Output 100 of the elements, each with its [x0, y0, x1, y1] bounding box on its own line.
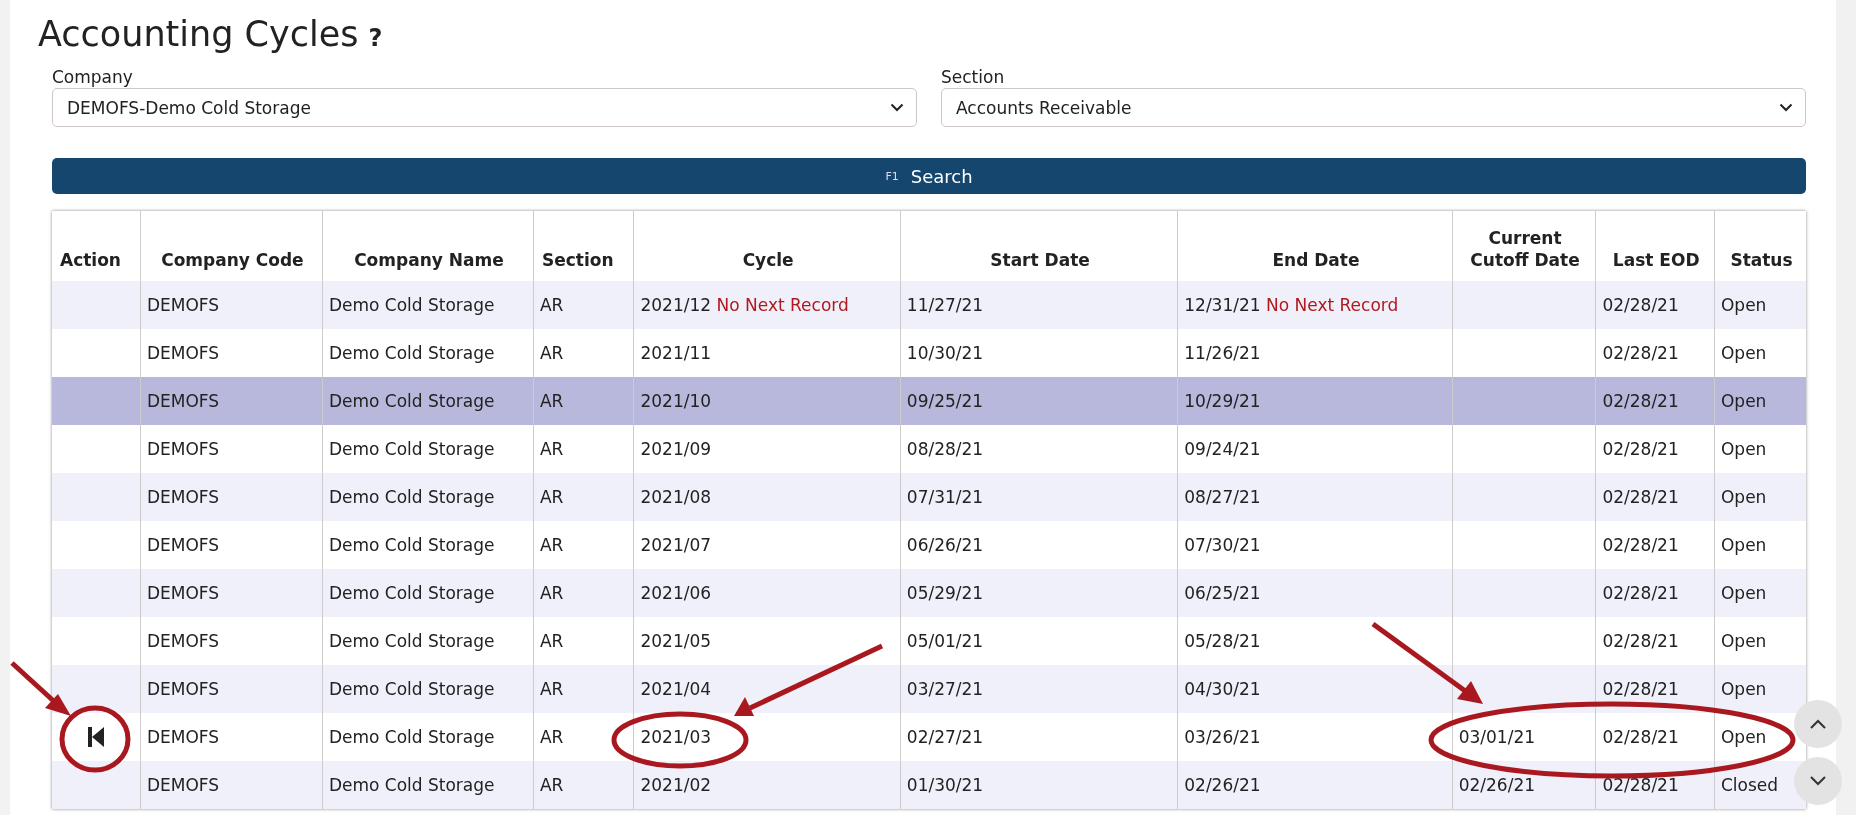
table-cell: 02/26/21	[1177, 761, 1453, 809]
table-row[interactable]: DEMOFS Demo Cold Storage AR 2021/09 08/28/21 09/24/21 02/28/21 Open	[52, 425, 1806, 473]
table-cell: DEMOFS	[140, 665, 323, 713]
table-cell: DEMOFS	[140, 617, 323, 665]
table-cell: 2021/05	[633, 617, 901, 665]
table-cell: 04/30/21	[1177, 665, 1453, 713]
table-cell: AR	[533, 665, 634, 713]
table-cell: 02/28/21	[1595, 521, 1715, 569]
table-cell: AR	[533, 281, 634, 329]
table-cell: DEMOFS	[140, 329, 323, 377]
chevron-down-icon	[1779, 103, 1793, 112]
page-title: Accounting Cycles	[38, 14, 359, 54]
table-cell: 07/30/21	[1177, 521, 1453, 569]
table-cell: 08/27/21	[1177, 473, 1453, 521]
table-cell: 2021/02	[633, 761, 901, 809]
table-cell: DEMOFS	[140, 761, 323, 809]
table-cell: 06/26/21	[900, 521, 1178, 569]
table-row[interactable]: DEMOFS Demo Cold Storage AR 2021/06 05/29/21 06/25/21 02/28/21 Open	[52, 569, 1806, 617]
table-cell: 06/25/21	[1177, 569, 1453, 617]
table-cell: AR	[533, 713, 634, 761]
table-row[interactable]: DEMOFS Demo Cold Storage AR 2021/08 07/31/21 08/27/21 02/28/21 Open	[52, 473, 1806, 521]
table-cell: 2021/07	[633, 521, 901, 569]
search-button[interactable]: F1 Search	[52, 158, 1806, 194]
table-cell: DEMOFS	[140, 521, 323, 569]
table-row[interactable]: DEMOFS Demo Cold Storage AR 2021/07 06/26/21 07/30/21 02/28/21 Open	[52, 521, 1806, 569]
table-row[interactable]: DEMOFS Demo Cold Storage AR 2021/03 02/27/21 03/26/21 03/01/21 02/28/21 Open	[52, 713, 1806, 761]
table-cell: 07/31/21	[900, 473, 1178, 521]
table-cell: Demo Cold Storage	[322, 569, 534, 617]
table-row[interactable]: DEMOFS Demo Cold Storage AR 2021/11 10/30/21 11/26/21 02/28/21 Open	[52, 329, 1806, 377]
table-cell: AR	[533, 377, 634, 425]
table-cell: 2021/09	[633, 425, 901, 473]
table-cell: 01/30/21	[900, 761, 1178, 809]
table-cell: Demo Cold Storage	[322, 617, 534, 665]
table-cell: DEMOFS	[140, 569, 323, 617]
cell-value: 2021/12	[640, 295, 712, 315]
table-cell: Demo Cold Storage	[322, 377, 534, 425]
table-cell: AR	[533, 425, 634, 473]
table-cell: 10/29/21	[1177, 377, 1453, 425]
table-cell: 2021/10	[633, 377, 901, 425]
table-cell: Demo Cold Storage	[322, 473, 534, 521]
table-cell: 02/28/21	[1595, 473, 1715, 521]
table-cell: Demo Cold Storage	[322, 425, 534, 473]
chevron-down-icon	[1808, 775, 1828, 787]
table-cell: DEMOFS	[140, 425, 323, 473]
table-cell: Open	[1714, 377, 1806, 425]
shortcut-hint: F1	[885, 169, 899, 183]
table-row[interactable]: DEMOFS Demo Cold Storage AR 2021/12 No Next Record 11/27/21 12/31/21 No Next Record 02/28/21 Open	[52, 281, 1806, 329]
table-cell: Demo Cold Storage	[322, 281, 534, 329]
table-cell: 11/26/21	[1177, 329, 1453, 377]
table-cell: 02/28/21	[1595, 713, 1715, 761]
column-header: Action	[52, 211, 141, 281]
table-cell: 02/28/21	[1595, 617, 1715, 665]
annotation-ellipse	[59, 705, 131, 773]
table-row[interactable]: DEMOFS Demo Cold Storage AR 2021/10 09/25/21 10/29/21 02/28/21 Open	[52, 377, 1806, 425]
table-cell: AR	[533, 473, 634, 521]
table-cell: Open	[1714, 665, 1806, 713]
table-cell: 02/27/21	[900, 713, 1178, 761]
table-cell: 02/28/21	[1595, 377, 1715, 425]
table-cell: Open	[1714, 473, 1806, 521]
table-cell: 05/29/21	[900, 569, 1178, 617]
table-row[interactable]: DEMOFS Demo Cold Storage AR 2021/02 01/30/21 02/26/21 02/26/21 02/28/21 Closed	[52, 761, 1806, 809]
dropdown-field[interactable]: Accounts Receivable	[941, 88, 1806, 127]
table-cell: 02/28/21	[1595, 665, 1715, 713]
table-cell: 02/28/21	[1595, 569, 1715, 617]
table-cell: Demo Cold Storage	[322, 665, 534, 713]
table-cell: DEMOFS	[140, 713, 323, 761]
table-cell: 03/27/21	[900, 665, 1178, 713]
table-cell: 02/28/21	[1595, 329, 1715, 377]
table-cell: 10/30/21	[900, 329, 1178, 377]
table-cell: Open	[1714, 569, 1806, 617]
chevron-down-icon	[890, 103, 904, 112]
table-cell: 03/01/21	[1452, 713, 1596, 761]
chevron-up-icon	[1808, 718, 1828, 730]
table-cell: DEMOFS	[140, 281, 323, 329]
table-cell: Open	[1714, 329, 1806, 377]
table-row[interactable]: DEMOFS Demo Cold Storage AR 2021/05 05/01/21 05/28/21 02/28/21 Open	[52, 617, 1806, 665]
table-cell: 05/28/21	[1177, 617, 1453, 665]
field-label: Section	[941, 66, 1006, 88]
annotation-arrow	[10, 661, 71, 716]
table-cell: 09/24/21	[1177, 425, 1453, 473]
table-cell: 2021/06	[633, 569, 901, 617]
table-cell: Demo Cold Storage	[322, 761, 534, 809]
table-cell: 11/27/21	[900, 281, 1178, 329]
skip-back-icon[interactable]	[86, 726, 105, 748]
table-cell: Open	[1714, 425, 1806, 473]
table-cell: Open	[1714, 281, 1806, 329]
field-label: Company	[52, 66, 134, 88]
table-cell: 05/01/21	[900, 617, 1178, 665]
table-cell: 2021/03	[633, 713, 901, 761]
table-cell: Open	[1714, 617, 1806, 665]
help-link[interactable]: ?	[368, 24, 383, 52]
dropdown-field[interactable]: DEMOFS-Demo Cold Storage	[52, 88, 917, 127]
table-cell: AR	[533, 521, 634, 569]
table-cell: 02/28/21	[1595, 281, 1715, 329]
table-row[interactable]: DEMOFS Demo Cold Storage AR 2021/04 03/27/21 04/30/21 02/28/21 Open	[52, 665, 1806, 713]
table-cell: Demo Cold Storage	[322, 521, 534, 569]
cell-value: 12/31/21	[1184, 295, 1261, 315]
table-cell: 08/28/21	[900, 425, 1178, 473]
warning-text: No Next Record	[716, 295, 849, 315]
warning-text: No Next Record	[1266, 295, 1399, 315]
